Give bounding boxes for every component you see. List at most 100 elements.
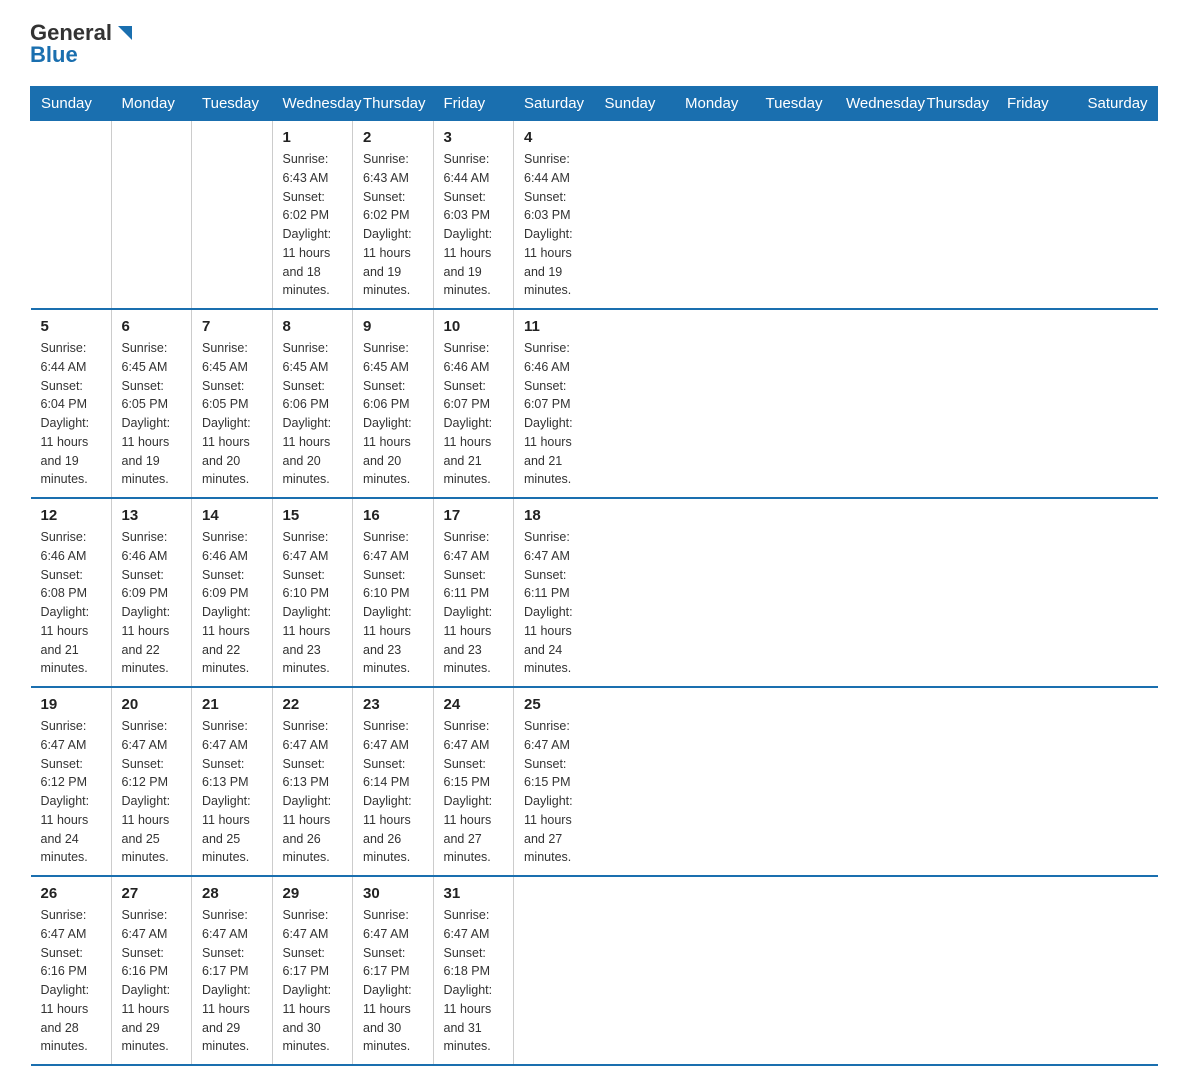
- calendar-cell: 8 Sunrise: 6:45 AMSunset: 6:06 PMDaylight…: [272, 309, 353, 498]
- day-number: 31: [444, 885, 504, 902]
- day-number: 12: [41, 507, 101, 524]
- calendar-cell: 28Sunrise: 6:47 AMSunset: 6:17 PMDayligh…: [192, 876, 273, 1065]
- day-info: Sunrise: 6:47 AMSunset: 6:12 PMDaylight:…: [41, 717, 101, 867]
- day-number: 17: [444, 507, 504, 524]
- day-info: Sunrise: 6:46 AMSunset: 6:07 PMDaylight:…: [524, 339, 584, 489]
- day-info: Sunrise: 6:47 AMSunset: 6:12 PMDaylight:…: [122, 717, 182, 867]
- calendar-cell: 2 Sunrise: 6:43 AMSunset: 6:02 PMDaylight…: [353, 121, 434, 310]
- day-info: Sunrise: 6:46 AMSunset: 6:09 PMDaylight:…: [202, 528, 262, 678]
- calendar-cell: 18 Sunrise: 6:47 AMSunset: 6:11 PMDayligh…: [514, 498, 595, 687]
- calendar-cell: 27 Sunrise: 6:47 AMSunset: 6:16 PMDayligh…: [111, 876, 192, 1065]
- day-number: 3: [444, 129, 504, 146]
- header-monday: Monday: [111, 87, 192, 121]
- col-header-friday: Friday: [997, 87, 1078, 121]
- day-info: Sunrise: 6:47 AMSunset: 6:15 PMDaylight:…: [524, 717, 584, 867]
- calendar-cell: 6 Sunrise: 6:45 AMSunset: 6:05 PMDaylight…: [111, 309, 192, 498]
- day-info: Sunrise: 6:47 AMSunset: 6:16 PMDaylight:…: [122, 906, 182, 1056]
- day-info: Sunrise: 6:47 AMSunset: 6:13 PMDaylight:…: [283, 717, 343, 867]
- day-number: 10: [444, 318, 504, 335]
- day-number: 16: [363, 507, 423, 524]
- header-friday: Friday: [433, 87, 514, 121]
- calendar-cell: 19 Sunrise: 6:47 AMSunset: 6:12 PMDayligh…: [31, 687, 112, 876]
- day-info: Sunrise: 6:46 AMSunset: 6:07 PMDaylight:…: [444, 339, 504, 489]
- calendar-week-1: 1 Sunrise: 6:43 AMSunset: 6:02 PMDaylight…: [31, 121, 1158, 310]
- col-header-sunday: Sunday: [594, 87, 675, 121]
- day-number: 4: [524, 129, 584, 146]
- calendar-week-3: 12 Sunrise: 6:46 AMSunset: 6:08 PMDayligh…: [31, 498, 1158, 687]
- day-number: 18: [524, 507, 584, 524]
- day-number: 14: [202, 507, 262, 524]
- calendar-cell: 3 Sunrise: 6:44 AMSunset: 6:03 PMDaylight…: [433, 121, 514, 310]
- calendar-cell: 24 Sunrise: 6:47 AMSunset: 6:15 PMDayligh…: [433, 687, 514, 876]
- calendar-cell: 23 Sunrise: 6:47 AMSunset: 6:14 PMDayligh…: [353, 687, 434, 876]
- day-number: 19: [41, 696, 101, 713]
- calendar-cell: 22 Sunrise: 6:47 AMSunset: 6:13 PMDayligh…: [272, 687, 353, 876]
- day-number: 23: [363, 696, 423, 713]
- day-info: Sunrise: 6:47 AMSunset: 6:15 PMDaylight:…: [444, 717, 504, 867]
- day-info: Sunrise: 6:43 AMSunset: 6:02 PMDaylight:…: [363, 150, 423, 300]
- day-number: 2: [363, 129, 423, 146]
- calendar-cell: 25 Sunrise: 6:47 AMSunset: 6:15 PMDayligh…: [514, 687, 595, 876]
- calendar-cell: 12 Sunrise: 6:46 AMSunset: 6:08 PMDayligh…: [31, 498, 112, 687]
- col-header-thursday: Thursday: [916, 87, 997, 121]
- day-info: Sunrise: 6:47 AMSunset: 6:11 PMDaylight:…: [524, 528, 584, 678]
- day-number: 8: [283, 318, 343, 335]
- day-info: Sunrise: 6:45 AMSunset: 6:05 PMDaylight:…: [122, 339, 182, 489]
- day-info: Sunrise: 6:46 AMSunset: 6:08 PMDaylight:…: [41, 528, 101, 678]
- header-sunday: Sunday: [31, 87, 112, 121]
- day-number: 27: [122, 885, 182, 902]
- calendar-cell: 17Sunrise: 6:47 AMSunset: 6:11 PMDayligh…: [433, 498, 514, 687]
- calendar-cell: 13Sunrise: 6:46 AMSunset: 6:09 PMDayligh…: [111, 498, 192, 687]
- calendar-week-5: 26Sunrise: 6:47 AMSunset: 6:16 PMDayligh…: [31, 876, 1158, 1065]
- day-info: Sunrise: 6:44 AMSunset: 6:03 PMDaylight:…: [444, 150, 504, 300]
- day-info: Sunrise: 6:45 AMSunset: 6:06 PMDaylight:…: [363, 339, 423, 489]
- day-info: Sunrise: 6:45 AMSunset: 6:05 PMDaylight:…: [202, 339, 262, 489]
- day-number: 24: [444, 696, 504, 713]
- logo-triangle-icon: [114, 22, 136, 44]
- day-number: 20: [122, 696, 182, 713]
- header-tuesday: Tuesday: [192, 87, 273, 121]
- day-info: Sunrise: 6:47 AMSunset: 6:14 PMDaylight:…: [363, 717, 423, 867]
- day-info: Sunrise: 6:44 AMSunset: 6:03 PMDaylight:…: [524, 150, 584, 300]
- header-saturday: Saturday: [514, 87, 595, 121]
- calendar-cell: [514, 876, 595, 1065]
- calendar-cell: 10 Sunrise: 6:46 AMSunset: 6:07 PMDayligh…: [433, 309, 514, 498]
- day-info: Sunrise: 6:47 AMSunset: 6:16 PMDaylight:…: [41, 906, 101, 1056]
- day-info: Sunrise: 6:47 AMSunset: 6:13 PMDaylight:…: [202, 717, 262, 867]
- calendar-cell: 1Sunrise: 6:43 AMSunset: 6:02 PMDaylight…: [272, 121, 353, 310]
- day-number: 5: [41, 318, 101, 335]
- page-header: General Blue: [30, 20, 1158, 68]
- calendar-cell: [192, 121, 273, 310]
- calendar-cell: 29Sunrise: 6:47 AMSunset: 6:17 PMDayligh…: [272, 876, 353, 1065]
- day-info: Sunrise: 6:44 AMSunset: 6:04 PMDaylight:…: [41, 339, 101, 489]
- col-header-tuesday: Tuesday: [755, 87, 836, 121]
- calendar-header-row: SundayMondayTuesdayWednesdayThursdayFrid…: [31, 87, 1158, 121]
- day-info: Sunrise: 6:45 AMSunset: 6:06 PMDaylight:…: [283, 339, 343, 489]
- calendar-cell: 16 Sunrise: 6:47 AMSunset: 6:10 PMDayligh…: [353, 498, 434, 687]
- calendar-cell: 9Sunrise: 6:45 AMSunset: 6:06 PMDaylight…: [353, 309, 434, 498]
- calendar-cell: [31, 121, 112, 310]
- logo: General Blue: [30, 20, 136, 68]
- calendar-cell: 4 Sunrise: 6:44 AMSunset: 6:03 PMDaylight…: [514, 121, 595, 310]
- day-number: 7: [202, 318, 262, 335]
- day-info: Sunrise: 6:46 AMSunset: 6:09 PMDaylight:…: [122, 528, 182, 678]
- day-number: 25: [524, 696, 584, 713]
- calendar-cell: 11Sunrise: 6:46 AMSunset: 6:07 PMDayligh…: [514, 309, 595, 498]
- day-number: 30: [363, 885, 423, 902]
- day-number: 6: [122, 318, 182, 335]
- calendar-week-4: 19 Sunrise: 6:47 AMSunset: 6:12 PMDayligh…: [31, 687, 1158, 876]
- col-header-saturday: Saturday: [1077, 87, 1158, 121]
- header-wednesday: Wednesday: [272, 87, 353, 121]
- day-number: 1: [283, 129, 343, 146]
- day-info: Sunrise: 6:47 AMSunset: 6:18 PMDaylight:…: [444, 906, 504, 1056]
- header-thursday: Thursday: [353, 87, 434, 121]
- day-info: Sunrise: 6:47 AMSunset: 6:10 PMDaylight:…: [363, 528, 423, 678]
- calendar-cell: 7 Sunrise: 6:45 AMSunset: 6:05 PMDaylight…: [192, 309, 273, 498]
- calendar-cell: [111, 121, 192, 310]
- calendar-cell: 30Sunrise: 6:47 AMSunset: 6:17 PMDayligh…: [353, 876, 434, 1065]
- col-header-wednesday: Wednesday: [836, 87, 917, 121]
- calendar-cell: 26Sunrise: 6:47 AMSunset: 6:16 PMDayligh…: [31, 876, 112, 1065]
- day-number: 22: [283, 696, 343, 713]
- day-number: 28: [202, 885, 262, 902]
- calendar-cell: 14 Sunrise: 6:46 AMSunset: 6:09 PMDayligh…: [192, 498, 273, 687]
